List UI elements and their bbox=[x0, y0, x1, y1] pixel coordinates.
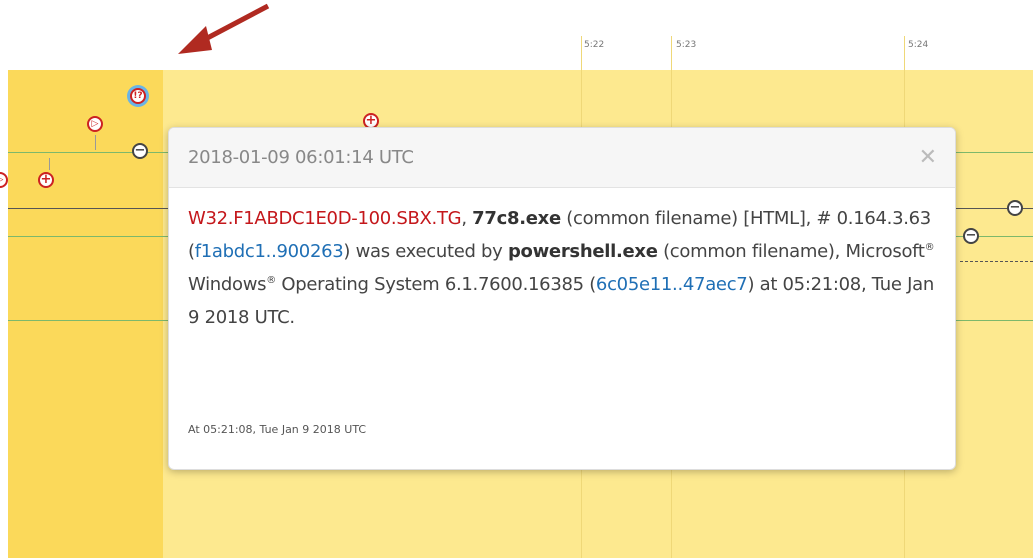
tick-label: 5:22 bbox=[584, 40, 605, 50]
popup-footer: At 05:21:08, Tue Jan 9 2018 UTC bbox=[188, 423, 367, 436]
timeline-header bbox=[0, 0, 1033, 70]
popup-header: 2018-01-09 06:01:14 UTC ✕ bbox=[169, 128, 955, 188]
executed-by-text: ) was executed by bbox=[343, 241, 508, 262]
file-hash-link[interactable]: f1abdc1..900263 bbox=[195, 241, 344, 262]
minus-icon[interactable]: − bbox=[963, 228, 979, 244]
track-line bbox=[960, 261, 1033, 262]
tick-label: 5:24 bbox=[908, 40, 929, 50]
malware-name[interactable]: W32.F1ABDC1E0D-100.SBX.TG bbox=[188, 208, 462, 229]
parent-hash-link[interactable]: 6c05e11..47aec7 bbox=[596, 274, 748, 295]
file-name: 77c8.exe bbox=[472, 208, 561, 229]
os-desc: Operating System 6.1.7600.16385 ( bbox=[275, 274, 596, 295]
registered-mark: ® bbox=[924, 242, 935, 253]
alert-icon[interactable]: !? bbox=[130, 88, 146, 104]
arrow-pointer-icon bbox=[178, 3, 270, 54]
parent-name: powershell.exe bbox=[507, 241, 658, 262]
minus-icon[interactable]: − bbox=[132, 143, 148, 159]
minus-icon[interactable]: − bbox=[1007, 200, 1023, 216]
parent-desc: (common filename), Microsoft bbox=[657, 241, 925, 262]
tick-label: 5:23 bbox=[676, 40, 697, 50]
windows-text: Windows bbox=[188, 274, 267, 295]
registered-mark: ® bbox=[266, 275, 276, 286]
event-popup: 2018-01-09 06:01:14 UTC ✕ W32.F1ABDC1E0D… bbox=[168, 127, 956, 470]
connector bbox=[49, 158, 50, 170]
popup-body: W32.F1ABDC1E0D-100.SBX.TG, 77c8.exe (com… bbox=[169, 188, 955, 334]
separator: , bbox=[461, 208, 473, 229]
popup-title: 2018-01-09 06:01:14 UTC bbox=[188, 147, 414, 168]
close-icon[interactable]: ✕ bbox=[919, 145, 937, 170]
connector bbox=[95, 135, 96, 150]
play-icon[interactable]: ▷ bbox=[87, 116, 103, 132]
play-icon[interactable]: ▷ bbox=[0, 172, 8, 188]
plus-icon[interactable]: + bbox=[38, 172, 54, 188]
